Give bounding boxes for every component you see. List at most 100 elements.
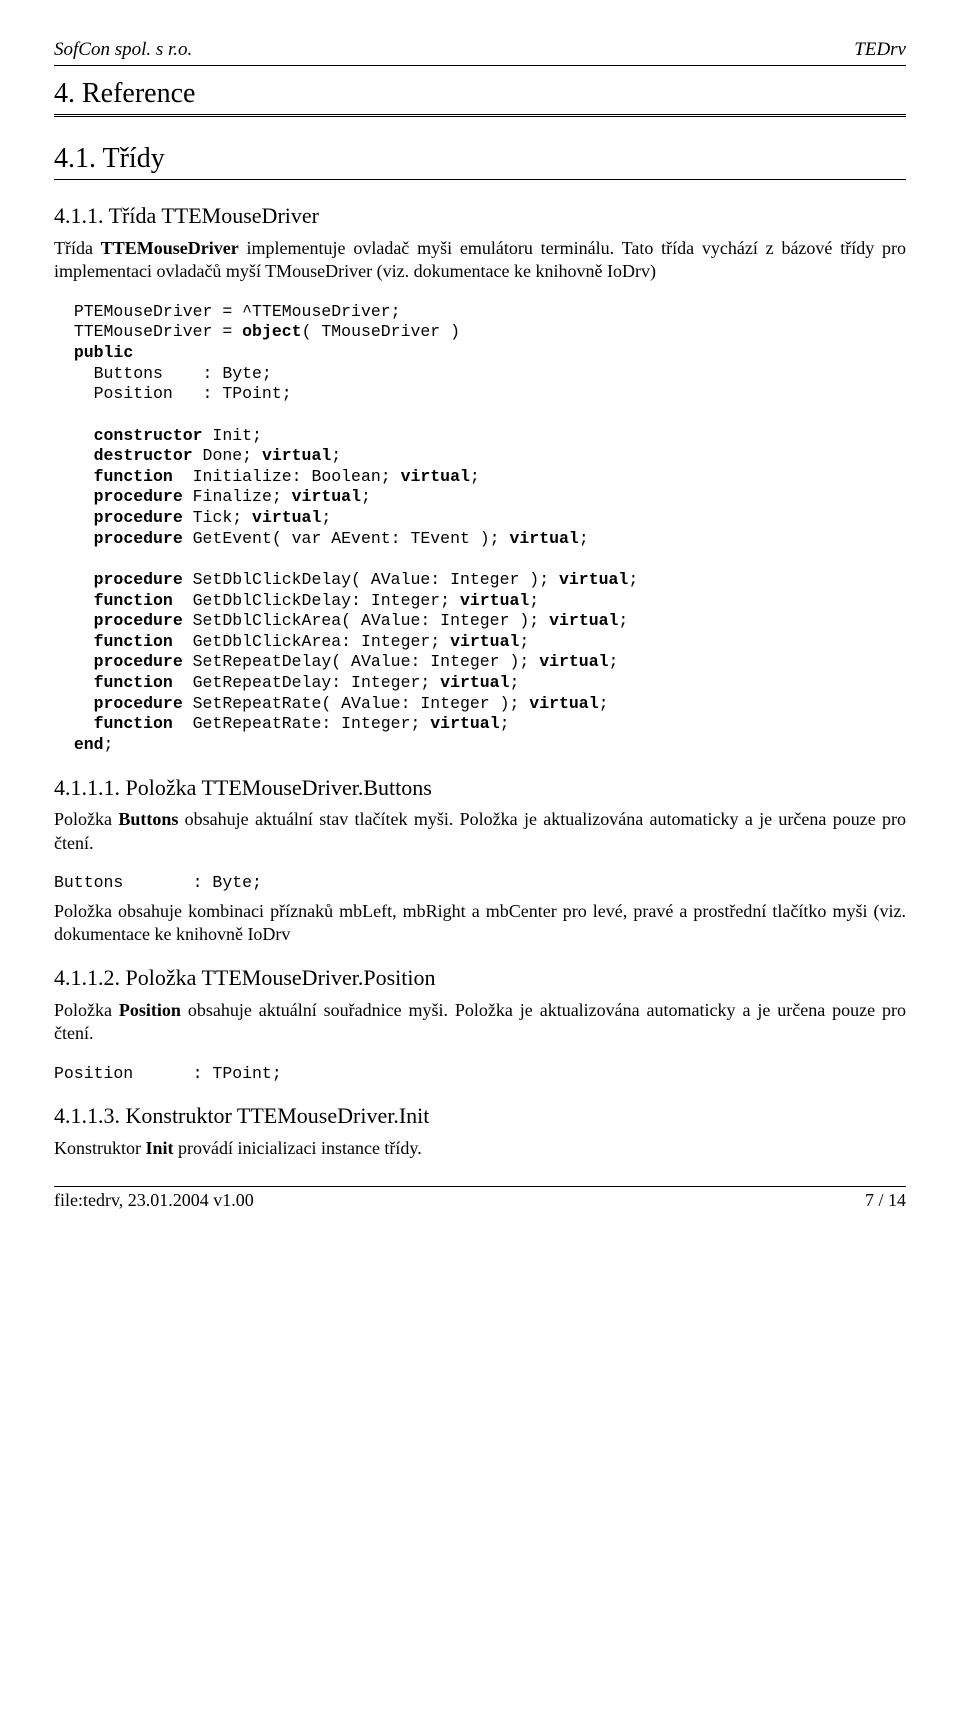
- code-text: Tick;: [183, 508, 252, 527]
- section-title: 4. Reference: [54, 76, 906, 112]
- indent: [54, 591, 94, 610]
- code-text: ;: [470, 467, 480, 486]
- code-text: ;: [529, 591, 539, 610]
- keyword: procedure: [94, 694, 183, 713]
- code-text: GetDblClickDelay: Integer;: [173, 591, 460, 610]
- indent: [54, 508, 94, 527]
- code-text: ;: [321, 508, 331, 527]
- keyword: function: [94, 467, 173, 486]
- subsubsection-title: 4.1.1.1. Položka TTEMouseDriver.Buttons: [54, 774, 906, 803]
- code-text: ;: [331, 446, 341, 465]
- text: obsahuje aktuální souřadnice myši. Polož…: [54, 1000, 906, 1043]
- indent: [54, 673, 94, 692]
- code-text: Finalize;: [183, 487, 292, 506]
- keyword: procedure: [94, 529, 183, 548]
- code-text: GetEvent( var AEvent: TEvent );: [183, 529, 510, 548]
- code-text: ;: [599, 694, 609, 713]
- code-text: ;: [579, 529, 589, 548]
- indent: [54, 652, 94, 671]
- keyword: procedure: [94, 487, 183, 506]
- keyword: virtual: [430, 714, 499, 733]
- keyword: procedure: [94, 508, 183, 527]
- keyword: constructor: [94, 426, 203, 445]
- paragraph: Konstruktor Init provádí inicializaci in…: [54, 1137, 906, 1160]
- code-text: ;: [361, 487, 371, 506]
- keyword: virtual: [401, 467, 470, 486]
- code-text: SetRepeatRate( AValue: Integer );: [183, 694, 530, 713]
- indent: [54, 694, 94, 713]
- keyword: virtual: [559, 570, 628, 589]
- code-text: Init;: [203, 426, 262, 445]
- code-line: Buttons : Byte;: [54, 364, 272, 383]
- code-text: ;: [104, 735, 114, 754]
- footer-left: file:tedrv, 23.01.2004 v1.00: [54, 1189, 254, 1212]
- keyword: destructor: [94, 446, 193, 465]
- text: Položka obsahuje kombinaci příznaků mbLe…: [54, 901, 906, 944]
- keyword: procedure: [94, 611, 183, 630]
- keyword: virtual: [262, 446, 331, 465]
- page-footer: file:tedrv, 23.01.2004 v1.00 7 / 14: [54, 1186, 906, 1212]
- keyword: function: [94, 673, 173, 692]
- code-text: SetDblClickArea( AValue: Integer );: [183, 611, 549, 630]
- keyword: virtual: [252, 508, 321, 527]
- keyword: function: [94, 632, 173, 651]
- code-text: ;: [509, 673, 519, 692]
- code-text: SetRepeatDelay( AValue: Integer );: [183, 652, 539, 671]
- keyword: virtual: [292, 487, 361, 506]
- code-text: ;: [609, 652, 619, 671]
- keyword: procedure: [94, 570, 183, 589]
- text: Položka: [54, 1000, 119, 1020]
- keyword: virtual: [450, 632, 519, 651]
- keyword: virtual: [549, 611, 618, 630]
- text: obsahuje aktuální stav tlačítek myši. Po…: [54, 809, 906, 852]
- single-rule: [54, 179, 906, 180]
- code-text: Done;: [193, 446, 262, 465]
- footer-right: 7 / 14: [865, 1189, 906, 1212]
- header-left: SofCon spol. s r.o.: [54, 38, 192, 63]
- code-text: GetRepeatRate: Integer;: [173, 714, 430, 733]
- indent: [54, 529, 94, 548]
- subsection-title: 4.1. Třídy: [54, 141, 906, 177]
- paragraph: Položka obsahuje kombinaci příznaků mbLe…: [54, 900, 906, 947]
- subsubsection-title: 4.1.1.3. Konstruktor TTEMouseDriver.Init: [54, 1102, 906, 1131]
- indent: [54, 487, 94, 506]
- code-line: Buttons : Byte;: [54, 873, 262, 892]
- code-text: ;: [618, 611, 628, 630]
- paragraph: Položka Buttons obsahuje aktuální stav t…: [54, 808, 906, 855]
- indent: [54, 570, 94, 589]
- bold-text: Init: [146, 1138, 174, 1158]
- double-rule: [54, 114, 906, 117]
- code-text: ;: [519, 632, 529, 651]
- keyword: virtual: [539, 652, 608, 671]
- keyword: virtual: [460, 591, 529, 610]
- keyword: virtual: [510, 529, 579, 548]
- indent: [54, 446, 94, 465]
- text: Třída: [54, 238, 101, 258]
- code-text: ( TMouseDriver ): [302, 322, 460, 341]
- code-line: Position : TPoint;: [54, 384, 292, 403]
- paragraph: Položka Position obsahuje aktuální souřa…: [54, 999, 906, 1046]
- subsubsection-title: 4.1.1. Třída TTEMouseDriver: [54, 202, 906, 231]
- keyword: virtual: [529, 694, 598, 713]
- code-text: SetDblClickDelay( AValue: Integer );: [183, 570, 559, 589]
- keyword: end: [74, 735, 104, 754]
- keyword: function: [94, 714, 173, 733]
- keyword: function: [94, 591, 173, 610]
- indent: [54, 611, 94, 630]
- bold-text: TTEMouseDriver: [101, 238, 239, 258]
- code-block: Buttons : Byte;: [54, 873, 906, 894]
- code-text: GetRepeatDelay: Integer;: [173, 673, 440, 692]
- code-line: Position : TPoint;: [54, 1064, 282, 1083]
- code-line: TTEMouseDriver =: [74, 322, 242, 341]
- header-right: TEDrv: [854, 38, 906, 63]
- page-header: SofCon spol. s r.o. TEDrv: [54, 38, 906, 66]
- text: Položka: [54, 809, 118, 829]
- indent: [54, 714, 94, 733]
- code-text: ;: [628, 570, 638, 589]
- keyword: object: [242, 322, 301, 341]
- code-text: Initialize: Boolean;: [173, 467, 401, 486]
- text: Konstruktor: [54, 1138, 146, 1158]
- indent: [54, 467, 94, 486]
- code-line: PTEMouseDriver = ^TTEMouseDriver;: [74, 302, 401, 321]
- text: provádí inicializaci instance třídy.: [174, 1138, 422, 1158]
